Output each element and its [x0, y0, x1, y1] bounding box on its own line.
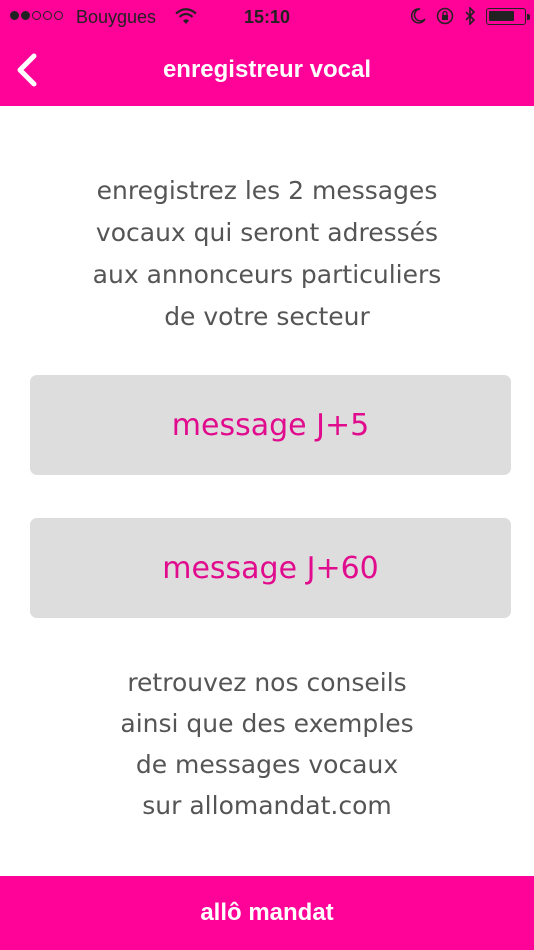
status-bar: Bouygues 15:10 — [0, 0, 534, 36]
message-j5-button[interactable]: message J+5 — [30, 375, 511, 475]
rotation-lock-icon — [436, 7, 454, 25]
nav-bar: enregistreur vocal — [0, 36, 534, 106]
status-icons — [410, 7, 530, 25]
bluetooth-icon — [465, 7, 476, 25]
allo-mandat-button[interactable]: allô mandat — [0, 876, 534, 950]
page-title: enregistreur vocal — [162, 56, 372, 83]
battery-icon — [486, 7, 530, 25]
message-j60-button[interactable]: message J+60 — [30, 518, 511, 618]
header: Bouygues 15:10 enregistreur vocal — [0, 0, 534, 106]
intro-text: enregistrez les 2 messages vocaux qui se… — [92, 176, 442, 331]
advice-text: retrouvez nos conseils ainsi que des exe… — [120, 668, 414, 820]
moon-icon — [410, 8, 426, 24]
